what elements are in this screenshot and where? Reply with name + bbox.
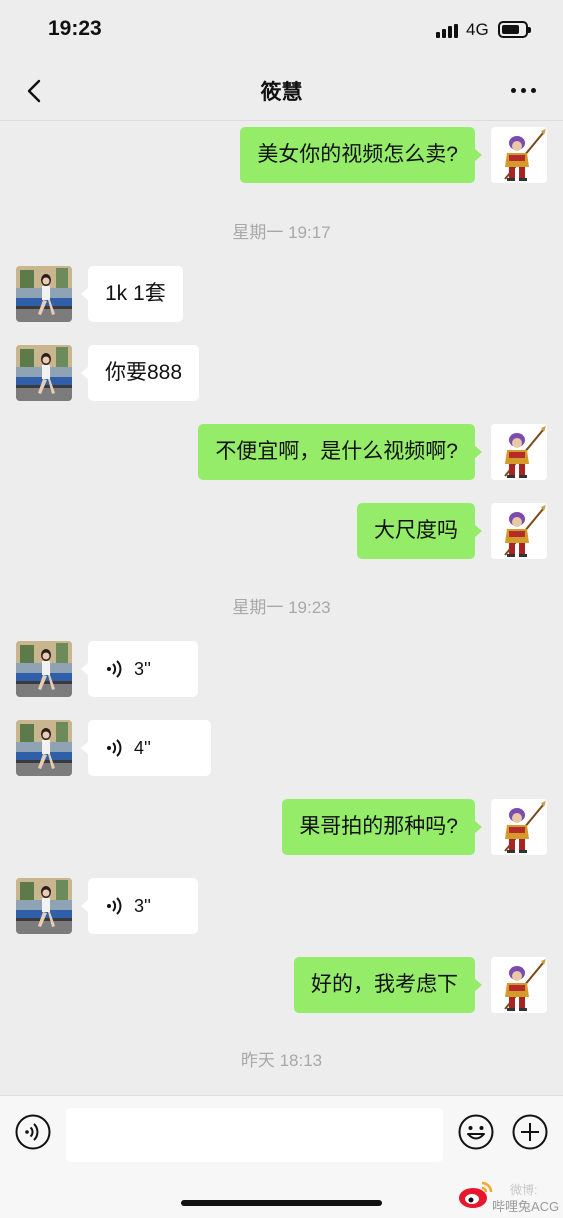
voice-wave-icon (107, 897, 122, 915)
message-bubble-outgoing[interactable]: 美女你的视频怎么卖? (240, 127, 482, 183)
contact-avatar[interactable] (16, 345, 72, 401)
home-indicator[interactable] (181, 1200, 382, 1206)
message-input[interactable] (66, 1108, 443, 1162)
timestamp: 星期一 19:23 (232, 598, 331, 617)
more-dots-icon[interactable] (511, 88, 539, 94)
voice-message-bubble[interactable]: 3'' (81, 878, 198, 934)
voice-message-bubble[interactable]: 3'' (81, 641, 198, 697)
chat-title: 筱慧 (260, 81, 303, 104)
weibo-logo-icon (459, 1181, 493, 1208)
contact-avatar[interactable] (16, 266, 72, 322)
my-avatar[interactable] (491, 799, 547, 855)
voice-wave-icon (107, 660, 122, 678)
voice-duration: 3'' (134, 659, 151, 679)
message-list[interactable]: 美女你的视频怎么卖? 星期一 19:17 1k 1套 你要888 不便宜啊，是什… (0, 121, 563, 1095)
nav-bar: 筱慧 (0, 62, 563, 121)
my-avatar[interactable] (491, 957, 547, 1013)
my-avatar[interactable] (491, 424, 547, 480)
status-bar: 19:23 4G (0, 0, 563, 62)
voice-duration: 4'' (134, 738, 151, 758)
message-bubble-incoming[interactable]: 你要888 (80, 345, 200, 401)
input-bar: 微博: 哔哩兔ACG (0, 1095, 563, 1218)
message-bubble-outgoing[interactable]: 好的，我考虑下 (294, 957, 482, 1013)
message-bubble-outgoing[interactable]: 不便宜啊，是什么视频啊? (198, 424, 482, 480)
watermark-account: 哔哩兔ACG (492, 1199, 560, 1214)
status-time: 19:23 (48, 17, 102, 40)
battery-icon (498, 21, 531, 38)
voice-message-bubble[interactable]: 4'' (81, 720, 211, 776)
message-bubble-outgoing[interactable]: 大尺度吗 (357, 503, 482, 559)
emoji-icon[interactable] (458, 1114, 494, 1150)
my-avatar[interactable] (491, 127, 547, 183)
message-bubble-outgoing[interactable]: 果哥拍的那种吗? (282, 799, 482, 855)
network-type: 4G (466, 20, 489, 39)
voice-duration: 3'' (134, 896, 151, 916)
signal-icon (436, 24, 460, 38)
timestamp: 星期一 19:17 (232, 223, 331, 242)
contact-avatar[interactable] (16, 720, 72, 776)
contact-avatar[interactable] (16, 641, 72, 697)
voice-wave-icon (107, 739, 122, 757)
message-bubble-incoming[interactable]: 1k 1套 (81, 266, 183, 322)
contact-avatar[interactable] (16, 878, 72, 934)
plus-icon[interactable] (512, 1114, 548, 1150)
timestamp: 昨天 18:13 (240, 1051, 323, 1070)
voice-mode-icon[interactable] (15, 1114, 51, 1150)
my-avatar[interactable] (491, 503, 547, 559)
